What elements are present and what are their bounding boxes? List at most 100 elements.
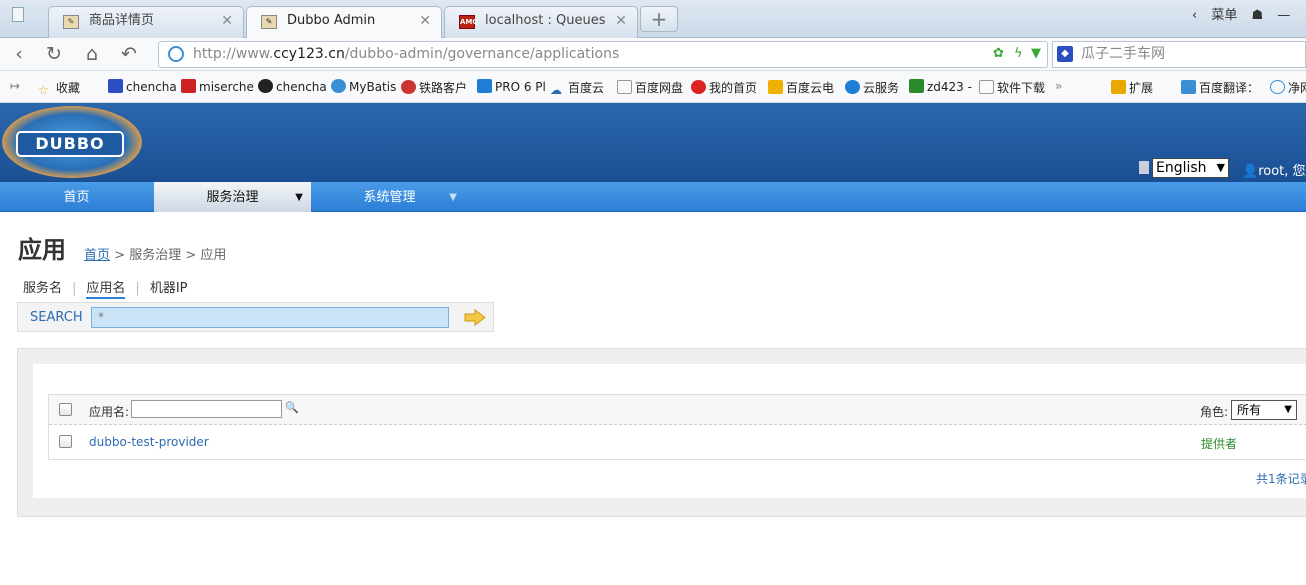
bookmark-item[interactable]: MyBatis [331, 79, 396, 94]
shirt-icon[interactable]: ☗ [1252, 8, 1264, 23]
bookmark-label: chencha [276, 80, 327, 94]
tab-favicon-icon: ✎ [63, 15, 79, 29]
tab-favicon-icon: ✎ [261, 15, 277, 29]
nav-system-management[interactable]: 系统管理 ▼ [312, 182, 467, 212]
application-table: 应用名: 🔍 角色: 所有 ▼ dubbo-test-provider 提供者 [48, 394, 1306, 460]
back-icon[interactable]: ‹ [6, 41, 32, 67]
url-host: ccy123.cn [273, 46, 345, 62]
chevron-left-icon[interactable]: ‹ [1192, 8, 1197, 23]
bookmark-item[interactable]: miserche [181, 79, 254, 94]
url-prefix: http://www. [193, 46, 274, 62]
application-link[interactable]: dubbo-test-provider [89, 435, 209, 449]
tab-title: Dubbo Admin [287, 13, 376, 28]
filter-label: 应用名: [89, 405, 130, 419]
app-name-filter-input[interactable] [131, 400, 282, 418]
bookmark-item[interactable]: 百度翻译： [1181, 79, 1259, 96]
bookmark-item[interactable]: ☁ 百度云 [550, 79, 604, 97]
bookmark-label: 扩展 [1129, 81, 1154, 95]
bookmark-label: 软件下载 [997, 81, 1046, 95]
nav-service-governance[interactable]: 服务治理 ▼ [154, 182, 311, 212]
undo-icon[interactable]: ↶ [116, 41, 142, 67]
lightning-icon[interactable]: ϟ [1014, 46, 1023, 61]
tab-application-name[interactable]: 应用名 [86, 277, 126, 299]
bookmark-item[interactable]: chencha [258, 79, 327, 94]
tab-divider: | [135, 281, 140, 296]
bookmark-label: 百度云电 [786, 81, 835, 95]
bookmark-label: 百度翻译： [1199, 81, 1260, 95]
menu-button[interactable]: 菜单 [1211, 8, 1237, 23]
baidu-paw-icon[interactable]: ◆ [1057, 46, 1073, 62]
mybatis-icon [331, 79, 346, 93]
baidu-cloud-icon: ☁ [550, 83, 562, 97]
document-icon [1139, 161, 1149, 174]
bookmark-item[interactable]: 净网 [1270, 79, 1306, 96]
window-controls: ‹ 菜单 ☗ — [1192, 4, 1300, 23]
search-type-tabs: 服务名 | 应用名 | 机器IP [23, 277, 188, 299]
reload-icon[interactable]: ↻ [41, 41, 67, 67]
search-placeholder: 瓜子二手车网 [1081, 46, 1165, 62]
home-icon[interactable]: ⌂ [79, 41, 105, 67]
bookmark-label: 铁路客户 [419, 81, 468, 95]
bookmark-item[interactable]: zd423 - [909, 79, 972, 94]
row-checkbox[interactable] [59, 435, 72, 448]
bookmark-item[interactable]: ☆ 收藏 [38, 79, 80, 97]
translate-icon [1181, 80, 1196, 94]
breadcrumb-section: 服务治理 [129, 248, 182, 263]
extension-icon [1111, 80, 1126, 94]
bookmark-item[interactable]: 我的首页 [691, 79, 757, 96]
tab-close-icon[interactable]: ✕ [221, 7, 233, 35]
tab-machine-ip[interactable]: 机器IP [150, 277, 188, 296]
trophy-icon [768, 80, 783, 94]
search-icon[interactable]: 🔍 [285, 401, 299, 414]
breadcrumb-home-link[interactable]: 首页 [84, 248, 110, 263]
role-select[interactable]: 所有 ▼ [1231, 400, 1297, 420]
more-bookmarks-icon[interactable]: » [1055, 79, 1062, 93]
tab-dubbo-admin[interactable]: ✎ Dubbo Admin ✕ [246, 6, 442, 38]
tab-close-icon[interactable]: ✕ [615, 7, 627, 35]
minimize-icon[interactable]: — [1277, 8, 1290, 23]
search-bar: SEARCH * [17, 302, 494, 332]
breadcrumb: 首页 > 服务治理 > 应用 [84, 244, 226, 263]
bookmark-item[interactable]: 扩展 [1111, 79, 1153, 96]
activemq-favicon-icon: AMQ [459, 15, 478, 29]
recycle-icon[interactable]: ✿ [993, 46, 1004, 61]
bookmark-item[interactable]: chencha [108, 79, 177, 94]
role-label: 角色: [1200, 405, 1229, 419]
user-greeting[interactable]: 👤root, 您好 [1242, 160, 1306, 179]
dropdown-icon[interactable]: ▼ [1031, 46, 1041, 61]
bookmark-label: 百度云 [568, 81, 605, 95]
new-tab-button[interactable]: + [640, 6, 678, 32]
tab-product-detail[interactable]: ✎ 商品详情页 ✕ [48, 6, 244, 38]
nav-label: 系统管理 [363, 190, 416, 205]
main-nav: 首页 服务治理 ▼ 系统管理 ▼ [0, 182, 1306, 212]
bookmark-item[interactable]: 软件下载 [979, 79, 1045, 96]
bookmark-item[interactable]: PRO 6 Pl [477, 79, 546, 94]
search-input[interactable]: * [91, 307, 449, 328]
bookmark-item[interactable]: 铁路客户 [401, 79, 467, 96]
chevron-down-icon: ▼ [1216, 161, 1225, 174]
sidebar-toggle-icon[interactable]: ↦ [10, 79, 20, 93]
tab-close-icon[interactable]: ✕ [419, 7, 431, 35]
bookmarks-bar: ↦ ☆ 收藏 chencha miserche chencha MyBatis 铁… [0, 71, 1306, 103]
nav-home[interactable]: 首页 [0, 182, 153, 212]
bookmark-item[interactable]: 百度云电 [768, 79, 834, 96]
nav-label: 服务治理 [206, 190, 259, 205]
bookmark-label: miserche [199, 80, 254, 94]
bookmark-item[interactable]: 云服务 [845, 79, 899, 96]
dropdown-arrow-icon: ▼ [449, 192, 457, 203]
breadcrumb-separator: > [181, 248, 201, 263]
bookmark-item[interactable]: 百度网盘 [617, 79, 683, 96]
search-engine-input[interactable]: ◆ 瓜子二手车网 [1052, 41, 1306, 68]
search-go-arrow-icon[interactable] [464, 309, 486, 326]
select-all-checkbox[interactable] [59, 403, 72, 416]
table-header-row: 应用名: 🔍 角色: 所有 ▼ [49, 395, 1306, 425]
github-icon [258, 79, 273, 93]
tab-activemq-queues[interactable]: AMQ localhost : Queues ✕ [444, 6, 638, 38]
zd-icon [909, 79, 924, 93]
page-icon [979, 80, 994, 94]
tab-service-name[interactable]: 服务名 [23, 277, 62, 296]
url-input[interactable]: http://www.ccy123.cn/dubbo-admin/governa… [158, 41, 1048, 68]
shield-icon [477, 79, 492, 93]
language-select[interactable]: English ▼ [1152, 158, 1229, 178]
bookmark-label: chencha [126, 80, 177, 94]
